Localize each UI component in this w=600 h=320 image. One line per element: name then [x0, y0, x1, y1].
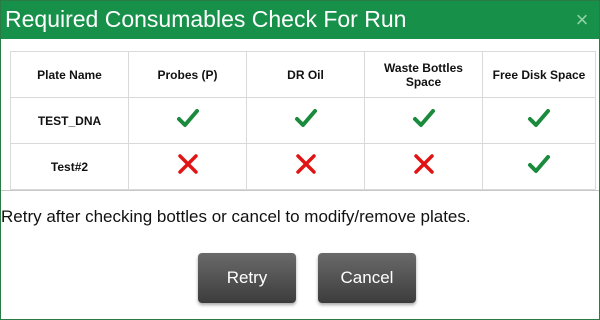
consumables-check-dialog: Required Consumables Check For Run × Pla… — [0, 0, 600, 320]
retry-button[interactable]: Retry — [198, 253, 296, 303]
consumables-table: Plate Name Probes (P) DR Oil Waste Bottl… — [10, 51, 596, 190]
status-cell — [128, 97, 247, 144]
dialog-title: Required Consumables Check For Run — [5, 6, 407, 32]
plate-name-cell: Test#2 — [10, 143, 129, 190]
status-cell — [364, 97, 483, 144]
divider — [1, 190, 599, 191]
column-header-plate-name: Plate Name — [10, 51, 129, 98]
status-cell — [482, 97, 596, 144]
status-cell — [364, 143, 483, 190]
cross-icon — [412, 152, 436, 181]
status-cell — [246, 97, 365, 144]
title-bar: Required Consumables Check For Run × — [1, 1, 599, 39]
instruction-message: Retry after checking bottles or cancel t… — [1, 207, 471, 226]
column-header-probes: Probes (P) — [128, 51, 247, 98]
close-icon[interactable]: × — [569, 7, 595, 33]
cross-icon — [294, 152, 318, 181]
check-icon — [527, 152, 551, 181]
cross-icon — [176, 152, 200, 181]
column-header-free-disk: Free Disk Space — [482, 51, 596, 98]
check-icon — [176, 106, 200, 135]
plate-name-cell: TEST_DNA — [10, 97, 129, 144]
table-header-row: Plate Name Probes (P) DR Oil Waste Bottl… — [10, 51, 596, 98]
check-icon — [294, 106, 318, 135]
column-header-waste-bottles: Waste Bottles Space — [364, 51, 483, 98]
status-cell — [482, 143, 596, 190]
status-cell — [246, 143, 365, 190]
table-row: TEST_DNA — [10, 97, 596, 144]
check-icon — [412, 106, 436, 135]
table-row: Test#2 — [10, 143, 596, 190]
check-icon — [527, 106, 551, 135]
status-cell — [128, 143, 247, 190]
column-header-dr-oil: DR Oil — [246, 51, 365, 98]
cancel-button[interactable]: Cancel — [318, 253, 416, 303]
